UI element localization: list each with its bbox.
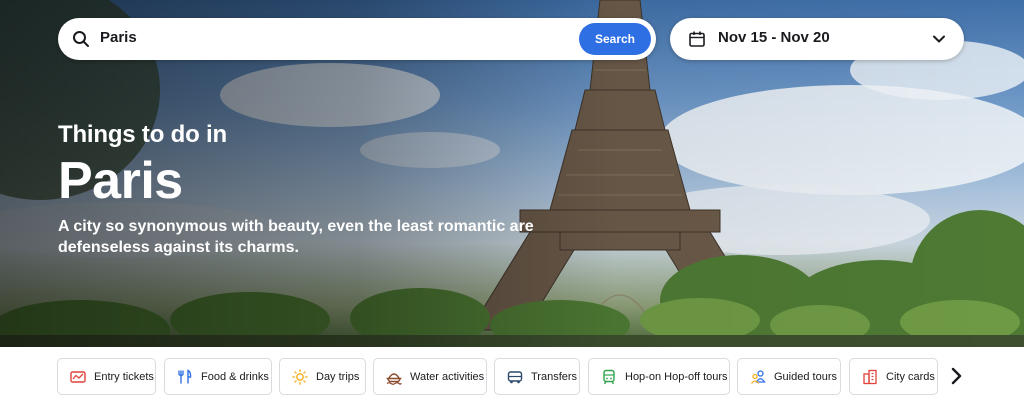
search-input[interactable]: Paris [100,29,137,46]
sun-icon [292,368,308,385]
chip-label: Guided tours [774,370,837,383]
chevron-down-icon[interactable] [932,32,946,46]
bus-icon [507,370,523,383]
chip-label: Transfers [531,370,578,383]
date-range-value: Nov 15 - Nov 20 [718,29,830,46]
category-transfers[interactable]: Transfers [494,358,580,395]
hero-banner: Paris Search Nov 15 - Nov 20 Things to d… [0,0,1024,347]
tram-icon [603,369,615,384]
hero-eyebrow: Things to do in [58,121,227,148]
chip-label: Day trips [316,370,360,383]
category-bar: Entry tickets Food & drinks Day trips Wa… [0,347,1024,416]
chip-label: Entry tickets [94,370,154,383]
search-icon [73,31,89,47]
boat-icon [386,372,402,385]
search-bar[interactable]: Paris Search [58,18,656,60]
category-food-drinks[interactable]: Food & drinks [164,358,272,395]
chip-label: Hop-on Hop-off tours [625,370,728,383]
search-button[interactable]: Search [579,23,651,55]
category-city-cards[interactable]: City cards [849,358,938,395]
category-entry-tickets[interactable]: Entry tickets [57,358,156,395]
calendar-icon [689,31,705,47]
city-icon [863,369,877,384]
fork-knife-icon [178,368,192,383]
chip-label: Water activities [410,370,485,383]
date-picker[interactable]: Nov 15 - Nov 20 [670,18,964,60]
people-icon [750,369,766,384]
hero-tagline: A city so synonymous with beauty, even t… [58,218,534,256]
category-guided-tours[interactable]: Guided tours [737,358,841,395]
category-water-activities[interactable]: Water activities [373,358,487,395]
category-hop-on-hop-off[interactable]: Hop-on Hop-off tours [588,358,730,395]
chip-label: Food & drinks [201,370,269,383]
chevron-right-icon[interactable] [944,364,968,388]
page-title: Paris [58,152,183,210]
hero-heading: Things to do in Paris A city so synonymo… [58,120,538,258]
ticket-icon [70,370,86,383]
category-day-trips[interactable]: Day trips [279,358,366,395]
chip-label: City cards [886,370,935,383]
